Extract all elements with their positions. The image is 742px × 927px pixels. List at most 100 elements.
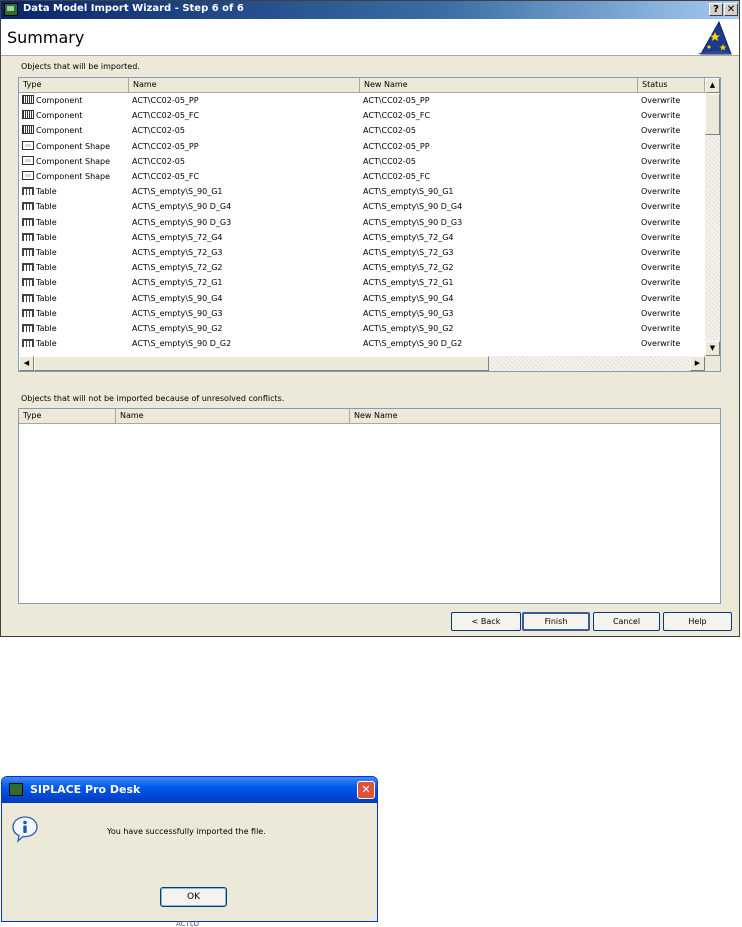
table-icon: [22, 217, 34, 226]
ok-button[interactable]: OK: [160, 887, 227, 907]
row-status: Overwrite: [641, 141, 681, 151]
row-name: ACT\CC02-05: [132, 156, 185, 166]
table-row[interactable]: Component ACT\CC02-05 ACT\CC02-05 Overwrite: [19, 123, 705, 138]
cancel-button[interactable]: Cancel: [593, 612, 660, 631]
row-name: ACT\S_empty\S_90 D_G3: [132, 217, 232, 227]
row-status: Overwrite: [641, 202, 681, 212]
row-new-name: ACT\S_empty\S_72_G1: [363, 278, 454, 288]
column-header-status[interactable]: Status: [638, 78, 705, 93]
table-row[interactable]: Component Shape ACT\CC02-05_FC ACT\CC02-05…: [19, 169, 705, 184]
row-type: Table: [22, 230, 127, 245]
row-new-name: ACT\S_empty\S_72_G4: [363, 232, 454, 242]
table-icon: [22, 263, 34, 272]
close-icon[interactable]: ✕: [357, 781, 375, 799]
row-name: ACT\S_empty\S_90 D_G2: [132, 339, 232, 349]
row-type: Component: [22, 108, 127, 123]
row-status: Overwrite: [641, 232, 681, 242]
vertical-scrollbar[interactable]: ▲ ▼: [705, 78, 720, 356]
table-row[interactable]: Table ACT\S_empty\S_72_G4 ACT\S_empty\S_72…: [19, 230, 705, 245]
wizard-title: Data Model Import Wizard - Step 6 of 6: [23, 3, 244, 14]
row-status: Overwrite: [641, 339, 681, 349]
row-new-name: ACT\CC02-05_PP: [363, 96, 430, 105]
table-row[interactable]: Table ACT\S_empty\S_72_G2 ACT\S_empty\S_72…: [19, 260, 705, 275]
row-type-label: Table: [36, 202, 57, 212]
table-row[interactable]: Component ACT\CC02-05_PP ACT\CC02-05_PP Ove…: [19, 93, 705, 108]
column-header-name[interactable]: Name: [129, 78, 360, 93]
row-name: ACT\S_empty\S_72_G1: [132, 278, 223, 288]
wizard-header: Summary: [1, 19, 739, 56]
row-type-label: Component: [36, 111, 83, 121]
horizontal-scroll-thumb[interactable]: [34, 356, 489, 371]
conflict-column-header-name[interactable]: Name: [116, 409, 350, 424]
table-icon: [22, 248, 34, 256]
finish-button[interactable]: Finish: [522, 612, 590, 631]
table-icon: [22, 324, 34, 332]
conflict-column-header-new-name[interactable]: New Name: [350, 409, 720, 424]
table-row[interactable]: Component Shape ACT\CC02-05 ACT\CC02-05 Ove…: [19, 154, 705, 169]
import-wizard-window: Data Model Import Wizard - Step 6 of 6 ?…: [0, 0, 740, 637]
table-icon: [22, 339, 34, 348]
row-status: Overwrite: [641, 263, 681, 273]
row-type: Component Shape: [22, 169, 127, 184]
back-button[interactable]: < Back: [451, 612, 521, 631]
row-type-label: Table: [36, 324, 57, 333]
wizard-title-bar[interactable]: Data Model Import Wizard - Step 6 of 6 ?…: [1, 1, 739, 19]
partial-caption: ACTLO: [176, 921, 199, 927]
scroll-up-icon[interactable]: ▲: [705, 78, 720, 93]
row-name: ACT\CC02-05: [132, 126, 185, 136]
row-type-label: Table: [36, 339, 57, 349]
table-row[interactable]: Table ACT\S_empty\S_90_G1 ACT\S_empty\S_90…: [19, 184, 705, 199]
row-new-name: ACT\S_empty\S_90_G1: [363, 187, 454, 197]
row-type-label: Table: [36, 278, 57, 288]
table-row[interactable]: Table ACT\S_empty\S_90 D_G3 ACT\S_empty\S_…: [19, 215, 705, 230]
table-row[interactable]: Table ACT\S_empty\S_72_G3 ACT\S_empty\S_72…: [19, 245, 705, 260]
imported-objects-list[interactable]: Type Name New Name Status Component ACT\C…: [18, 77, 721, 372]
table-row[interactable]: Table ACT\S_empty\S_90 D_G4 ACT\S_empty\S_…: [19, 199, 705, 214]
row-name: ACT\S_empty\S_90_G1: [132, 187, 223, 197]
table-row[interactable]: Component ACT\CC02-05_FC ACT\CC02-05_FC Ove…: [19, 108, 705, 123]
conflict-column-header-type[interactable]: Type: [19, 409, 116, 424]
help-button[interactable]: Help: [663, 612, 732, 631]
row-status: Overwrite: [641, 217, 681, 227]
row-type-label: Component Shape: [36, 141, 111, 151]
scroll-down-icon[interactable]: ▼: [705, 341, 720, 356]
table-row[interactable]: Table ACT\S_empty\S_90_G2 ACT\S_empty\S_90…: [19, 321, 705, 336]
table-icon: [22, 278, 34, 287]
close-icon[interactable]: ✕: [724, 3, 738, 16]
row-status: Overwrite: [641, 172, 681, 181]
row-type: Component Shape: [22, 139, 127, 154]
conflict-objects-label: Objects that will not be imported becaus…: [21, 394, 285, 403]
scroll-left-icon[interactable]: ◀: [19, 356, 34, 371]
table-row[interactable]: Table ACT\S_empty\S_90 D_G2 ACT\S_empty\S_…: [19, 336, 705, 351]
horizontal-scrollbar[interactable]: ◀ ▶: [19, 356, 705, 371]
row-new-name: ACT\S_empty\S_90_G3: [363, 308, 454, 318]
row-type-label: Table: [36, 248, 57, 257]
row-type-label: Table: [36, 187, 57, 197]
conflict-objects-list[interactable]: Type Name New Name: [18, 408, 721, 604]
vertical-scroll-thumb[interactable]: [705, 93, 720, 135]
row-type-label: Table: [36, 217, 57, 227]
row-type: Table: [22, 199, 127, 214]
help-question-button[interactable]: ?: [709, 3, 723, 16]
scroll-right-icon[interactable]: ▶: [690, 356, 705, 371]
row-name: ACT\S_empty\S_72_G2: [132, 263, 223, 273]
row-type: Table: [22, 291, 127, 306]
table-row[interactable]: Table ACT\S_empty\S_90_G4 ACT\S_empty\S_90…: [19, 291, 705, 306]
table-row[interactable]: Table ACT\S_empty\S_72_G1 ACT\S_empty\S_72…: [19, 275, 705, 290]
page-title: Summary: [7, 28, 85, 47]
row-status: Overwrite: [641, 111, 681, 121]
column-header-type[interactable]: Type: [19, 78, 129, 93]
info-icon: [12, 816, 38, 843]
component-icon: [22, 125, 34, 135]
row-name: ACT\S_empty\S_72_G3: [132, 248, 223, 257]
row-type: Table: [22, 306, 127, 321]
scroll-corner: [705, 356, 720, 371]
table-row[interactable]: Table ACT\S_empty\S_90_G3 ACT\S_empty\S_90…: [19, 306, 705, 321]
row-name: ACT\CC02-05_FC: [132, 172, 200, 181]
row-type: Table: [22, 336, 127, 351]
table-row[interactable]: Component Shape ACT\CC02-05_PP ACT\CC02-05…: [19, 139, 705, 154]
dialog-title-bar[interactable]: SIPLACE Pro Desk ✕: [2, 777, 377, 803]
column-header-new-name[interactable]: New Name: [360, 78, 638, 93]
table-icon: [22, 202, 34, 211]
row-new-name: ACT\S_empty\S_90 D_G2: [363, 339, 463, 349]
